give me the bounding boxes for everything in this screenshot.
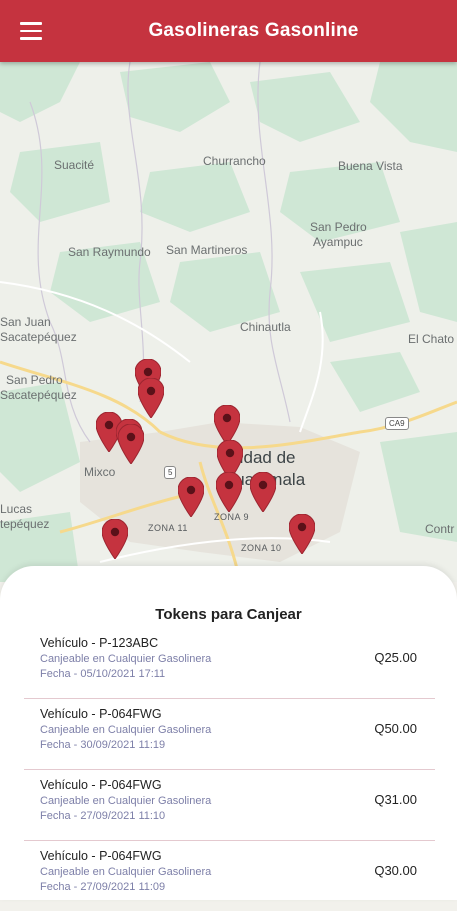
token-amount: Q50.00 [374, 721, 417, 736]
tokens-title: Tokens para Canjear [155, 606, 302, 623]
map-label: San Martineros [166, 243, 248, 257]
road-shield: 5 [164, 466, 177, 479]
app-title: Gasolineras Gasonline [148, 20, 359, 41]
token-date: Fecha - 05/10/2021 17:11 [40, 668, 166, 680]
map-label: San Raymundo [68, 245, 151, 259]
map-label: San Juan [0, 315, 51, 329]
map-view[interactable]: Suacité Churrancho Buena Vista San Pedro… [0, 62, 457, 582]
gas-station-pin-icon[interactable] [178, 477, 204, 517]
map-label: Sacatepéquez [0, 330, 77, 344]
gas-station-pin-icon[interactable] [138, 378, 164, 418]
zone-label: ZONA 11 [148, 523, 188, 533]
map-label: San Pedro [310, 220, 367, 234]
token-item[interactable]: Vehículo - P-123ABC Canjeable en Cualqui… [24, 628, 435, 699]
zone-label: ZONA 10 [241, 543, 282, 553]
token-item[interactable]: Vehículo - P-064FWG Canjeable en Cualqui… [24, 841, 435, 911]
gas-station-pin-icon[interactable] [102, 519, 128, 559]
token-amount: Q30.00 [374, 863, 417, 878]
token-redeem-info: Canjeable en Cualquier Gasolinera [40, 653, 212, 665]
map-label: Lucas [0, 502, 33, 516]
app-bar: Gasolineras Gasonline [0, 0, 457, 62]
token-item[interactable]: Vehículo - P-064FWG Canjeable en Cualqui… [24, 770, 435, 841]
token-date: Fecha - 27/09/2021 11:09 [40, 881, 166, 893]
token-redeem-info: Canjeable en Cualquier Gasolinera [40, 724, 212, 736]
map-label: tepéquez [0, 517, 50, 531]
token-redeem-info: Canjeable en Cualquier Gasolinera [40, 866, 212, 878]
map-label: Mixco [84, 465, 116, 479]
gas-station-pin-icon[interactable] [214, 405, 240, 445]
token-vehicle: Vehículo - P-123ABC [40, 636, 159, 650]
map-label: San Pedro [6, 373, 63, 387]
token-amount: Q25.00 [374, 650, 417, 665]
token-vehicle: Vehículo - P-064FWG [40, 849, 162, 863]
token-vehicle: Vehículo - P-064FWG [40, 707, 162, 721]
token-vehicle: Vehículo - P-064FWG [40, 778, 162, 792]
token-item[interactable]: Vehículo - P-064FWG Canjeable en Cualqui… [24, 699, 435, 770]
token-amount: Q31.00 [374, 792, 417, 807]
map-label: Suacité [54, 158, 95, 172]
token-redeem-info: Canjeable en Cualquier Gasolinera [40, 795, 212, 807]
map-label: El Chato [408, 332, 455, 346]
map-label: Ayampuc [313, 235, 363, 249]
gas-station-pin-icon[interactable] [216, 472, 242, 512]
zone-label: ZONA 9 [214, 512, 250, 522]
map-label: Sacatepéquez [0, 388, 77, 402]
map-label: Contr [425, 522, 455, 536]
map-label: Chinautla [240, 320, 291, 334]
map-label: Buena Vista [338, 159, 403, 173]
gas-station-pin-icon[interactable] [118, 424, 144, 464]
token-date: Fecha - 30/09/2021 11:19 [40, 739, 166, 751]
gas-station-pin-icon[interactable] [250, 472, 276, 512]
tokens-sheet: Tokens para Canjear Vehículo - P-123ABC … [0, 566, 457, 900]
road-shield: CA9 [385, 417, 409, 430]
token-date: Fecha - 27/09/2021 11:10 [40, 810, 166, 822]
gas-station-pin-icon[interactable] [289, 514, 315, 554]
map-label: Churrancho [203, 154, 266, 168]
